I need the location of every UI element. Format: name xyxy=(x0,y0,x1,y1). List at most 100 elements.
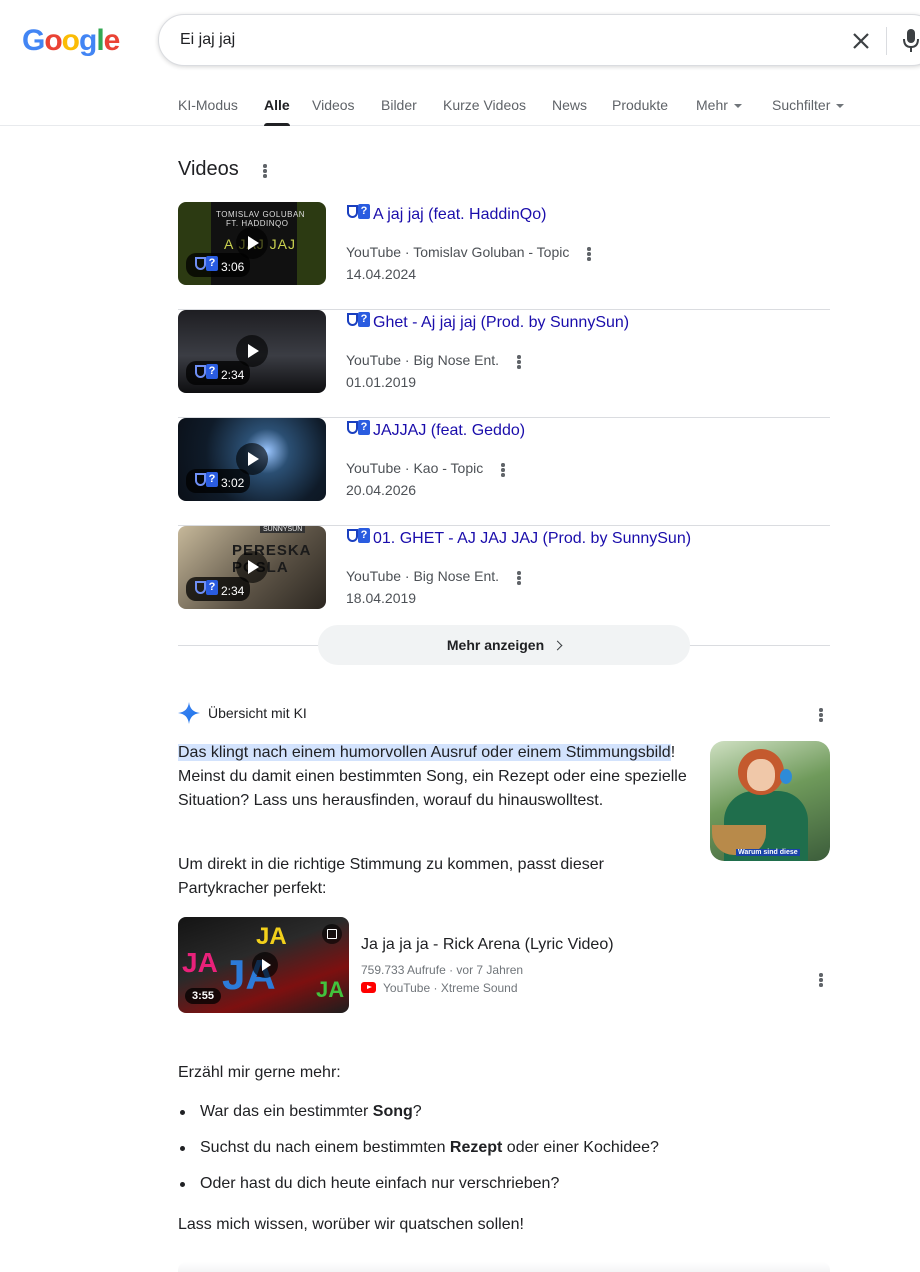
video-card-source: YouTube · Xtreme Sound xyxy=(361,981,518,995)
video-title: A jaj jaj (feat. HaddinQo) xyxy=(373,206,547,223)
search-tabs: KI-Modus Alle Videos Bilder Kurze Videos… xyxy=(0,88,920,126)
list-item: Suchst du nach einem bestimmten Rezept o… xyxy=(178,1136,778,1172)
shield-icon: ? xyxy=(194,472,220,489)
video-result[interactable]: TOMISLAV GOLUBAN FT. HADDINQO A JAJ JAJ … xyxy=(178,202,830,310)
list-item-text: War das ein bestimmter xyxy=(200,1103,373,1120)
thumbnail-text: JA xyxy=(316,977,345,1002)
video-date: 18.04.2019 xyxy=(346,590,417,606)
list-item-text: Suchst du nach einem bestimmten xyxy=(200,1139,450,1156)
video-card-thumbnail[interactable]: JA JA JA JA 3:55 xyxy=(178,917,349,1013)
google-logo[interactable]: Google xyxy=(22,24,120,58)
video-thumbnail[interactable]: SUNNYSUN PERESKA POSLA ?2:34 xyxy=(178,526,326,609)
tab-mehr-label: Mehr xyxy=(696,97,728,113)
search-box[interactable]: Ei jaj jaj xyxy=(158,14,920,66)
video-title-link[interactable]: ? JAJJAJ (feat. Geddo) xyxy=(346,420,525,440)
shield-icon: ? xyxy=(194,256,220,273)
duration-badge: 3:55 xyxy=(185,988,222,1004)
video-date: 01.01.2019 xyxy=(346,374,417,390)
list-item-text: Oder hast du dich heute einfach nur vers… xyxy=(200,1175,560,1192)
show-more-label: Mehr anzeigen xyxy=(446,637,545,653)
shield-icon: ? xyxy=(346,528,372,545)
list-item: Oder hast du dich heute einfach nur vers… xyxy=(178,1172,778,1208)
tab-ki-modus[interactable]: KI-Modus xyxy=(178,97,238,113)
thumbnail-tag: SUNNYSUN xyxy=(260,526,306,533)
show-more-button[interactable]: Mehr anzeigen xyxy=(318,625,690,665)
thumbnail-text: FT. HADDINQO xyxy=(226,219,289,228)
duration-badge: ? 3:02 xyxy=(186,469,251,493)
video-card-source-text: YouTube · Xtreme Sound xyxy=(383,981,518,995)
tab-mehr[interactable]: Mehr xyxy=(696,97,742,113)
video-source: YouTube · Kao - Topic xyxy=(346,460,484,476)
caret-down-icon xyxy=(733,104,742,109)
thumbnail-text: JA xyxy=(256,923,287,950)
list-item-bold: Rezept xyxy=(449,1139,503,1156)
tab-kurze-videos[interactable]: Kurze Videos xyxy=(443,97,526,113)
video-thumbnail[interactable]: TOMISLAV GOLUBAN FT. HADDINQO A JAJ JAJ … xyxy=(178,202,326,285)
list-item-bold: Song xyxy=(372,1103,413,1120)
more-vert-icon[interactable] xyxy=(494,460,512,478)
tab-videos[interactable]: Videos xyxy=(312,97,355,113)
ai-closing-text: Lass mich wissen, worüber wir quatschen … xyxy=(178,1216,524,1233)
list-item-text: ? xyxy=(412,1103,422,1120)
shield-icon: ? xyxy=(346,204,372,221)
shield-icon: ? xyxy=(346,312,372,329)
video-title-link[interactable]: ? 01. GHET - AJ JAJ JAJ (Prod. by SunnySu… xyxy=(346,528,691,548)
logo-letter: o xyxy=(44,24,62,57)
video-thumbnail[interactable]: ? 3:02 xyxy=(178,418,326,501)
video-result[interactable]: ? 3:02 ? JAJJAJ (feat. Geddo) YouTube · Ka… xyxy=(178,418,830,526)
more-vert-icon[interactable] xyxy=(580,244,598,262)
duration-text: 2:34 xyxy=(221,368,245,382)
videos-section-title: Videos xyxy=(178,158,239,180)
more-vert-icon[interactable] xyxy=(812,970,830,988)
list-item: War das ein bestimmter Song? xyxy=(178,1100,778,1136)
logo-letter: g xyxy=(79,24,97,57)
youtube-icon xyxy=(361,982,376,993)
duration-badge: ? 3:06 xyxy=(186,253,251,277)
video-thumbnail[interactable]: ? 2:34 xyxy=(178,310,326,393)
ai-paragraph: Das klingt nach einem humorvollen Ausruf… xyxy=(178,741,690,813)
logo-letter: G xyxy=(22,24,45,57)
tab-suchfilter-label: Suchfilter xyxy=(772,97,831,113)
video-source: YouTube · Big Nose Ent. xyxy=(346,568,500,584)
highlighted-text[interactable]: Das klingt nach einem humorvollen Ausruf… xyxy=(178,744,671,761)
video-title: 01. GHET - AJ JAJ JAJ (Prod. by SunnySun… xyxy=(373,530,692,547)
tab-bilder[interactable]: Bilder xyxy=(381,97,417,113)
shield-icon: ? xyxy=(346,420,372,437)
more-vert-icon[interactable] xyxy=(510,568,528,586)
video-source: YouTube · Big Nose Ent. xyxy=(346,352,500,368)
video-date: 20.04.2026 xyxy=(346,482,417,498)
ai-image-thumbnail[interactable]: Warum sind diese xyxy=(710,741,830,861)
play-icon[interactable] xyxy=(252,952,278,978)
video-result[interactable]: ? 2:34 ? Ghet - Aj jaj jaj (Prod. by Sunny… xyxy=(178,310,830,418)
video-source: YouTube · Tomislav Goluban - Topic xyxy=(346,244,570,260)
expand-icon[interactable] xyxy=(322,924,342,944)
more-vert-icon[interactable] xyxy=(812,705,830,723)
shield-icon: ? xyxy=(194,580,220,597)
sparkle-icon xyxy=(178,702,200,724)
image-caption: Warum sind diese xyxy=(736,849,800,856)
more-vert-icon[interactable] xyxy=(256,161,274,179)
video-date: 14.04.2024 xyxy=(346,266,417,282)
video-title-link[interactable]: ? Ghet - Aj jaj jaj (Prod. by SunnySun) xyxy=(346,312,629,332)
image-art xyxy=(747,759,775,791)
video-title-link[interactable]: ? A jaj jaj (feat. HaddinQo) xyxy=(346,204,546,224)
search-divider xyxy=(886,27,887,55)
video-result[interactable]: SUNNYSUN PERESKA POSLA ?2:34 ?01. GHET -… xyxy=(178,526,830,634)
video-title: JAJJAJ (feat. Geddo) xyxy=(373,422,526,439)
video-card-meta: 759.733 Aufrufe · vor 7 Jahren xyxy=(361,963,524,977)
tab-alle[interactable]: Alle xyxy=(264,97,290,126)
duration-badge: ? 2:34 xyxy=(186,361,251,385)
close-icon[interactable] xyxy=(849,29,873,53)
thumbnail-text: JA xyxy=(182,947,218,978)
search-input[interactable]: Ei jaj jaj xyxy=(180,31,235,49)
tab-produkte[interactable]: Produkte xyxy=(612,97,668,113)
caret-down-icon xyxy=(836,104,845,109)
more-vert-icon[interactable] xyxy=(510,352,528,370)
list-item-text: oder einer Kochidee? xyxy=(502,1139,659,1156)
video-card-title[interactable]: Ja ja ja ja - Rick Arena (Lyric Video) xyxy=(361,936,614,954)
ai-paragraph: Um direkt in die richtige Stimmung zu ko… xyxy=(178,856,604,897)
tab-suchfilter[interactable]: Suchfilter xyxy=(772,97,845,113)
microphone-icon[interactable] xyxy=(901,28,920,54)
tab-news[interactable]: News xyxy=(552,97,587,113)
duration-text: 3:02 xyxy=(221,476,245,490)
